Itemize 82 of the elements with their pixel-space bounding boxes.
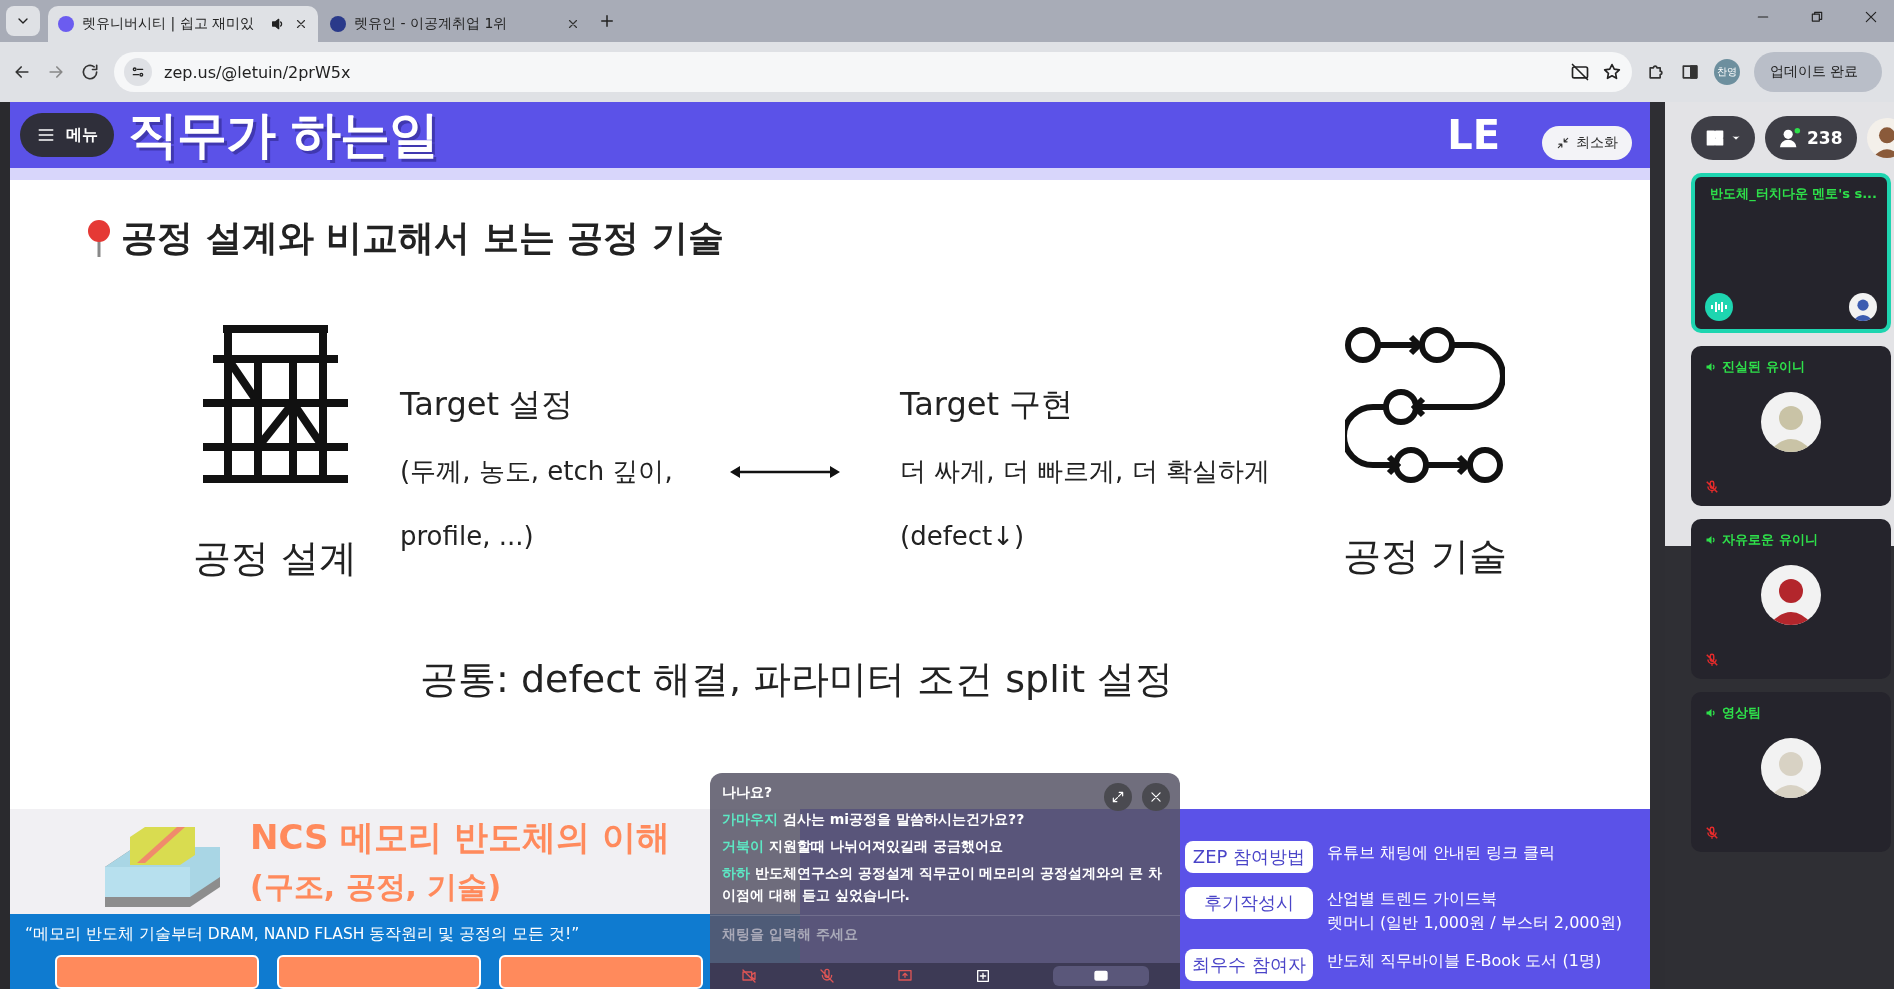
tab-title: 렛유인 - 이공계취업 1위 (354, 15, 509, 33)
user-avatar[interactable] (1866, 118, 1894, 158)
chat-message: 가마우지 검사는 mi공정을 말씀하시는건가요?? (722, 810, 1025, 829)
participant-name: 반도체_터치다운 멘토's s... (1710, 185, 1877, 203)
screen-share-icon (897, 968, 913, 984)
close-icon (1864, 10, 1878, 24)
target-heading: Target 구현 (900, 384, 1075, 425)
mic-off-icon (1705, 480, 1719, 494)
double-arrow-icon (730, 465, 840, 479)
info-text: 반도체 직무바이블 E-Book 도서 (1명) (1327, 950, 1602, 972)
participant-card[interactable]: 자유로운 유이니 (1691, 519, 1891, 679)
target-detail: (두께, 농도, etch 깊이, (400, 455, 674, 488)
chat-message: 거북이 지원할때 나뉘어져있길래 궁금했어요 (722, 837, 1003, 856)
mic-off-icon (1705, 826, 1719, 840)
camera-off-icon (1569, 62, 1590, 82)
close-button[interactable] (1142, 783, 1170, 811)
plus-icon (598, 12, 616, 30)
close-icon (1149, 790, 1163, 804)
reload-icon (80, 62, 100, 82)
chat-bubble-icon (1093, 968, 1109, 984)
browser-tab[interactable]: 렛유니버시티 | 쉽고 재미있 (48, 6, 318, 42)
star-icon (1601, 62, 1622, 82)
close-icon (566, 17, 580, 31)
site-settings-icon (130, 64, 146, 80)
update-button[interactable]: 업데이트 완료 (1753, 52, 1882, 92)
summary-text: 공통: defect 해결, 파라미터 조건 split 설정 (420, 656, 1175, 703)
target-detail: profile, ...) (400, 520, 535, 553)
browser-tab[interactable]: 렛유인 - 이공계취업 1위 (320, 6, 590, 42)
favicon-icon (330, 16, 346, 32)
participant-card[interactable]: 반도체_터치다운 멘토's s... (1691, 173, 1891, 333)
chat-message: 나나요? (722, 783, 773, 802)
add-box-icon (975, 968, 991, 984)
banner-quote: “메모리 반도체 기술부터 DRAM, NAND FLASH 동작원리 및 공정의 모든 것!” (25, 924, 580, 945)
target-detail: (defect↓) (900, 520, 1026, 553)
participant-avatar (1849, 293, 1877, 321)
layout-icon (1705, 128, 1725, 148)
caret-icon (1731, 133, 1741, 143)
close-icon (294, 17, 308, 31)
participant-name: 자유로운 유이니 (1722, 531, 1818, 549)
info-text: 유튜브 채팅에 안내된 링크 클릭 (1327, 842, 1556, 864)
mic-off-icon (819, 968, 835, 984)
banner-title: NCS 메모리 반도체의 이해 (250, 816, 671, 859)
target-heading: Target 설정 (400, 384, 575, 425)
speaker-icon (1705, 534, 1717, 546)
expand-button[interactable] (1104, 783, 1132, 811)
diagram-label: 공정 기술 (1342, 533, 1508, 580)
info-text: 렛머니 (일반 1,000원 / 부스터 2,000원) (1327, 912, 1622, 934)
banner-subtitle: (구조, 공정, 기술) (250, 868, 503, 906)
mic-off-icon (1705, 653, 1719, 667)
slide-heading: 공정 설계와 비교해서 보는 공정 기술 (121, 216, 724, 260)
tab-title: 렛유니버시티 | 쉽고 재미있 (82, 15, 256, 33)
restore-icon (1810, 10, 1824, 24)
audio-wave-icon (1705, 293, 1733, 321)
participant-name: 진실된 유이니 (1722, 358, 1805, 376)
user-online-icon (1779, 127, 1801, 149)
participant-card[interactable]: 영상팀 (1691, 692, 1891, 852)
chat-input[interactable]: 채팅을 입력해 주세요 (722, 916, 1168, 952)
info-label: 후기작성시 (1185, 887, 1313, 919)
chat-message: 하하 반도체연구소의 공정설계 직무군이 메모리의 공정설계와의 큰 차이점에 대해 듣고 싶었습니다. (722, 864, 1164, 905)
participant-avatar (1761, 392, 1821, 452)
minimize-button[interactable]: 최소화 (1542, 126, 1632, 160)
expand-icon (1111, 790, 1125, 804)
camera-off-icon (741, 968, 757, 984)
participant-avatar (1761, 738, 1821, 798)
slide-title: 직무가 하는일 (128, 104, 439, 166)
info-text: 산업별 트렌드 가이드북 (1327, 888, 1499, 910)
collapse-icon (1556, 136, 1570, 150)
speaker-icon (1705, 707, 1717, 719)
target-detail: 더 싸게, 더 빠르게, 더 확실하게 (900, 455, 1271, 488)
participants-button[interactable]: 238 (1765, 116, 1857, 160)
logo: LE (1447, 112, 1500, 158)
info-label: 최우수 참여자 (1185, 949, 1313, 981)
diagram-label: 공정 설계 (192, 535, 358, 582)
participant-name: 영상팀 (1722, 704, 1761, 722)
info-label: ZEP 참여방법 (1185, 841, 1313, 873)
participant-avatar (1761, 565, 1821, 625)
favicon-icon (58, 16, 74, 32)
menu-button[interactable]: 메뉴 (20, 113, 114, 157)
layout-button[interactable] (1691, 116, 1755, 160)
participant-card[interactable]: 진실된 유이니 (1691, 346, 1891, 506)
speaker-icon (1705, 361, 1717, 373)
pin-icon (85, 218, 113, 259)
